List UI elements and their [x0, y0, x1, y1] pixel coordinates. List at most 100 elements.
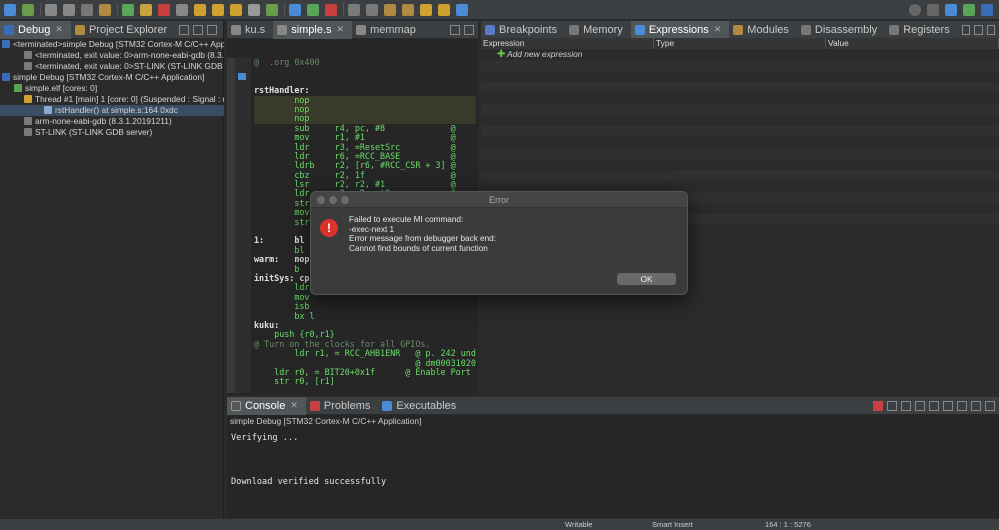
instruction-pointer-icon — [238, 73, 246, 80]
debug-run-icon[interactable] — [289, 3, 301, 16]
maximize-icon[interactable] — [985, 400, 995, 411]
tab-label: memmap — [370, 23, 416, 36]
console-output[interactable]: Verifying ... Download verified successfu… — [231, 433, 386, 488]
column-expression[interactable]: Expression — [481, 38, 654, 49]
build-icon[interactable] — [99, 3, 111, 16]
executables-icon — [382, 400, 393, 411]
process-icon — [24, 51, 32, 59]
tree-item-stlink[interactable]: ST-LINK (ST-LINK GDB server) — [24, 127, 224, 138]
debug-perspective-icon[interactable] — [963, 3, 975, 16]
scroll-lock-icon[interactable] — [915, 400, 925, 411]
tab-disassembly[interactable]: Disassembly — [797, 21, 885, 39]
tree-item-stlink-terminated[interactable]: <terminated, exit value: 0>ST-LINK (ST-L… — [24, 61, 224, 72]
view-menu-icon[interactable] — [986, 24, 996, 35]
tab-console[interactable]: Console ✕ — [227, 396, 306, 415]
window-close-icon[interactable] — [317, 196, 325, 204]
next-annotation-icon[interactable] — [402, 3, 414, 16]
tree-item-elf[interactable]: simple.elf [cores: 0] — [14, 83, 224, 94]
minimize-icon[interactable] — [450, 24, 460, 35]
tab-memmap[interactable]: memmap — [352, 21, 424, 39]
close-icon[interactable]: ✕ — [290, 400, 298, 411]
disassembly-icon — [800, 24, 811, 35]
cpp-perspective-icon[interactable] — [945, 3, 957, 16]
disconnect-icon[interactable] — [176, 3, 188, 16]
column-value[interactable]: Value — [826, 38, 999, 49]
restart-icon[interactable] — [266, 3, 278, 16]
add-expression-row[interactable]: ✚ Add new expression — [481, 49, 999, 60]
tree-item-label: simple.elf [cores: 0] — [25, 83, 98, 93]
tree-item-gdb[interactable]: arm-none-eabi-gdb (8.3.1.20191211) — [24, 116, 224, 127]
ok-button[interactable]: OK — [617, 273, 676, 285]
maximize-icon[interactable] — [464, 24, 474, 35]
tab-ku-s[interactable]: ku.s — [227, 21, 273, 39]
external-tools-icon[interactable] — [325, 3, 337, 16]
suspend-icon[interactable] — [140, 3, 152, 16]
tree-item-launch-active[interactable]: simple Debug [STM32 Cortex-M C/C++ Appli… — [2, 72, 224, 83]
column-type[interactable]: Type — [654, 38, 826, 49]
forward-icon[interactable] — [438, 3, 450, 16]
save-icon[interactable] — [63, 3, 75, 16]
window-minimize-icon[interactable] — [329, 196, 337, 204]
tree-item-thread[interactable]: Thread #1 [main] 1 [core: 0] (Suspended … — [24, 94, 224, 105]
instruction-step-icon[interactable] — [248, 3, 260, 16]
tab-breakpoints[interactable]: Breakpoints — [481, 21, 565, 39]
tree-item-launch-terminated[interactable]: <terminated>simple Debug [STM32 Cortex-M… — [2, 39, 224, 50]
close-icon[interactable]: ✕ — [337, 24, 345, 35]
collapse-all-icon[interactable] — [179, 24, 190, 35]
close-icon[interactable]: ✕ — [55, 24, 63, 35]
back-icon[interactable] — [420, 3, 432, 16]
table-row — [481, 82, 999, 93]
tab-modules[interactable]: Modules — [729, 21, 797, 39]
annotation-icon[interactable] — [384, 3, 396, 16]
table-row — [481, 170, 999, 181]
tree-item-gdb-terminated[interactable]: <terminated, exit value: 0>arm-none-eabi… — [24, 50, 224, 61]
terminate-icon[interactable] — [873, 400, 883, 411]
minimize-icon[interactable] — [971, 400, 981, 411]
tab-label: Console — [245, 399, 286, 412]
add-icon: ✚ — [497, 49, 506, 60]
link-editor-icon[interactable] — [193, 24, 204, 35]
tab-simple-s[interactable]: simple.s ✕ — [273, 20, 353, 39]
window-zoom-icon[interactable] — [341, 196, 349, 204]
open-type-icon[interactable] — [348, 3, 360, 16]
error-icon: ! — [320, 219, 338, 237]
tab-problems[interactable]: Problems — [306, 397, 378, 415]
tab-expressions[interactable]: Expressions ✕ — [630, 20, 730, 39]
open-console-icon[interactable] — [957, 400, 967, 411]
remove-launch-icon[interactable] — [887, 400, 897, 411]
expressions-tabbar: Breakpoints Memory Expressions ✕ Modules… — [481, 20, 999, 39]
memory-icon — [569, 24, 580, 35]
view-menu-icon[interactable] — [207, 24, 218, 35]
terminate-icon[interactable] — [158, 3, 170, 16]
info-icon[interactable] — [456, 3, 468, 16]
add-icon[interactable] — [961, 24, 971, 35]
search-icon[interactable] — [909, 3, 921, 16]
editor-gutter — [227, 58, 235, 393]
tab-debug[interactable]: Debug ✕ — [0, 20, 71, 39]
display-console-icon[interactable] — [943, 400, 953, 411]
tab-executables[interactable]: Executables — [378, 397, 464, 415]
new-icon[interactable] — [45, 3, 57, 16]
debug-icon[interactable] — [4, 3, 16, 16]
resume-icon[interactable] — [122, 3, 134, 16]
pin-console-icon[interactable] — [929, 400, 939, 411]
clear-console-icon[interactable] — [901, 400, 911, 411]
run-green-icon[interactable] — [307, 3, 319, 16]
close-icon[interactable]: ✕ — [714, 24, 722, 35]
toolbar-separator — [117, 2, 118, 17]
tree-item-stack-frame[interactable]: rstHandler() at simple.s:164 0xdc — [0, 105, 224, 116]
step-over-icon[interactable] — [212, 3, 224, 16]
step-return-icon[interactable] — [230, 3, 242, 16]
perspective-icon[interactable] — [927, 3, 939, 16]
tab-label: Expressions — [648, 23, 709, 36]
save-all-icon[interactable] — [81, 3, 93, 16]
run-icon[interactable] — [22, 3, 34, 16]
ide-perspective-icon[interactable] — [981, 3, 993, 16]
search-toolbar-icon[interactable] — [366, 3, 378, 16]
message-line: Failed to execute MI command: — [349, 215, 464, 224]
tab-registers[interactable]: Registers — [885, 21, 957, 39]
tab-project-explorer[interactable]: Project Explorer — [71, 21, 175, 39]
tab-memory[interactable]: Memory — [565, 21, 631, 39]
remove-icon[interactable] — [974, 24, 983, 35]
step-into-icon[interactable] — [194, 3, 206, 16]
